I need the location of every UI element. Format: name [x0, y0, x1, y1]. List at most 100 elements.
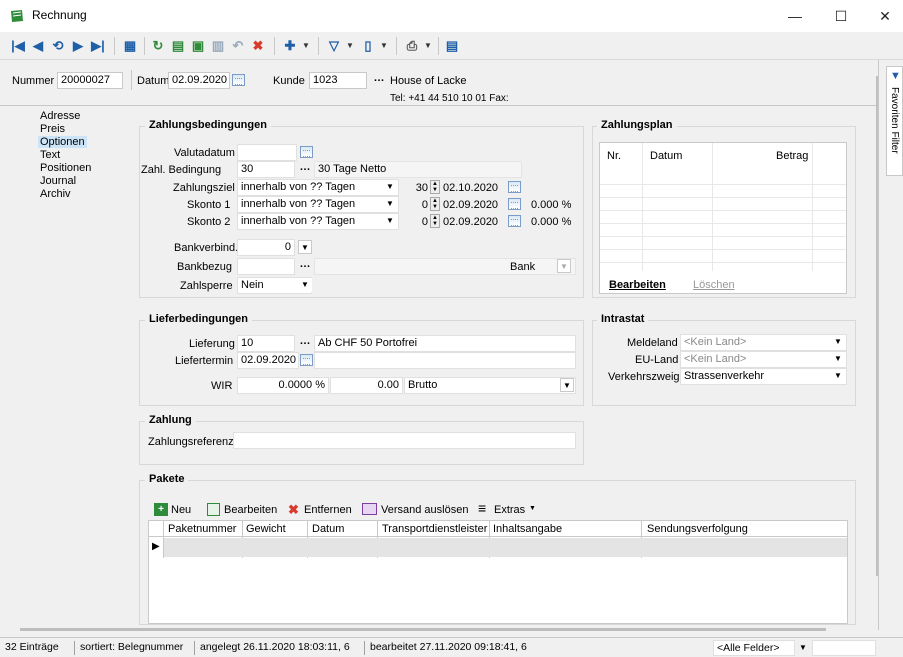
chevron-down-icon[interactable]: ▼ [298, 278, 312, 292]
datum-field[interactable]: 02.09.2020 [168, 72, 230, 89]
bankbezug-lookup-button[interactable]: … [298, 259, 312, 274]
chevron-down-icon[interactable]: ▼ [831, 369, 845, 383]
delete-record-icon[interactable]: ✖ [250, 38, 266, 54]
pakete-entfernen-button[interactable]: Entfernen [304, 504, 352, 516]
filter-dropdown-icon[interactable]: ▼ [346, 41, 354, 50]
nav-item-text[interactable]: Text [40, 149, 60, 161]
calendar-icon[interactable] [300, 146, 313, 158]
undo-icon[interactable]: ↶ [230, 38, 246, 54]
zahlungsplan-loeschen-link[interactable]: Löschen [693, 279, 735, 291]
liefertermin-extra-field[interactable] [314, 352, 576, 369]
horizontal-scrollbar[interactable] [20, 628, 826, 631]
search-record-icon[interactable]: ⟲ [50, 38, 66, 54]
menu-icon[interactable]: ≡ [478, 500, 486, 516]
bankbezug-field[interactable] [237, 258, 295, 275]
new-record-icon[interactable]: ▤ [170, 38, 186, 54]
table-view-icon[interactable]: ▦ [122, 38, 138, 54]
skonto2-percent[interactable]: 0.000 % [531, 216, 571, 228]
print-icon[interactable]: ⎙ [404, 38, 420, 54]
nummer-field[interactable]: 20000027 [57, 72, 123, 89]
zahlungsreferenz-field[interactable] [233, 432, 576, 449]
chevron-down-icon[interactable]: ▼ [529, 505, 536, 512]
nav-item-journal[interactable]: Journal [40, 175, 76, 187]
chevron-down-icon[interactable]: ▼ [560, 378, 574, 392]
chevron-down-icon[interactable]: ▼ [831, 352, 845, 366]
pakete-bearbeiten-button[interactable]: Bearbeiten [224, 504, 277, 516]
minimize-button[interactable]: — [772, 0, 818, 32]
zahlungsziel-mode-select[interactable]: innerhalb von ?? Tagen [237, 179, 399, 196]
nav-item-archiv[interactable]: Archiv [40, 188, 71, 200]
print-dropdown-icon[interactable]: ▼ [424, 41, 432, 50]
skonto2-mode-select[interactable]: innerhalb von ?? Tagen [237, 213, 399, 230]
save-icon[interactable]: ▥ [210, 38, 226, 54]
pakete-versand-button[interactable]: Versand auslösen [381, 504, 468, 516]
euland-select[interactable]: <Kein Land> [680, 351, 847, 368]
table-row[interactable] [164, 538, 847, 557]
favorites-filter-tab[interactable]: ▼ Favoriten Filter [886, 66, 903, 176]
skonto2-spinner[interactable]: ▲ ▼ [430, 214, 440, 228]
last-record-icon[interactable]: ▶| [90, 38, 106, 54]
chevron-down-icon[interactable]: ▼ [383, 214, 397, 228]
zahlungsziel-spinner[interactable]: ▲ ▼ [430, 180, 440, 194]
document-icon[interactable]: ▯ [360, 38, 376, 54]
pakete-col-inhaltsangabe[interactable]: Inhaltsangabe [493, 523, 562, 535]
wir-mode-select[interactable]: Brutto [404, 377, 576, 394]
nav-item-optionen[interactable]: Optionen [38, 136, 87, 148]
skonto1-days[interactable]: 0 [400, 199, 428, 211]
next-record-icon[interactable]: ▶ [70, 38, 86, 54]
skonto1-spinner[interactable]: ▲ ▼ [430, 197, 440, 211]
nav-item-adresse[interactable]: Adresse [40, 110, 80, 122]
pakete-col-sendungsverfolgung[interactable]: Sendungsverfolgung [647, 523, 748, 535]
field-filter-input[interactable] [812, 640, 876, 656]
bankbezug-type[interactable]: Bank [510, 261, 535, 273]
lieferung-lookup-button[interactable]: … [298, 336, 312, 351]
pakete-extras-button[interactable]: Extras [494, 504, 525, 516]
filter-icon[interactable]: ▽ [326, 38, 342, 54]
kunde-lookup-button[interactable]: … [372, 73, 386, 88]
verkehrszweig-select[interactable]: Strassenverkehr [680, 368, 847, 385]
dispatch-icon[interactable] [362, 503, 377, 515]
zahlungsplan-table[interactable] [599, 142, 847, 294]
first-record-icon[interactable]: |◀ [10, 38, 26, 54]
wir-amount-field[interactable]: 0.00 [330, 377, 403, 394]
refresh-icon[interactable]: ↻ [150, 38, 166, 54]
close-button[interactable]: ✕ [862, 0, 903, 32]
chevron-down-icon[interactable]: ▼ [383, 197, 397, 211]
edit-icon[interactable] [207, 503, 220, 516]
calendar-icon[interactable] [508, 181, 521, 193]
chevron-down-icon[interactable]: ▼ [557, 259, 571, 273]
previous-record-icon[interactable]: ◀ [30, 38, 46, 54]
pin-icon[interactable]: ✚ [282, 38, 298, 54]
maximize-button[interactable]: ☐ [818, 0, 864, 32]
add-icon[interactable]: + [154, 503, 168, 516]
copy-record-icon[interactable]: ▣ [190, 38, 206, 54]
calendar-icon[interactable] [232, 74, 245, 86]
pakete-col-gewicht[interactable]: Gewicht [246, 523, 286, 535]
zahlungsziel-date[interactable]: 02.10.2020 [443, 182, 498, 194]
skonto2-days[interactable]: 0 [400, 216, 428, 228]
calendar-icon[interactable] [508, 215, 521, 227]
kunde-field[interactable]: 1023 [309, 72, 367, 89]
chevron-down-icon[interactable]: ▼ [831, 335, 845, 349]
zahlbed-field[interactable]: 30 [237, 161, 295, 178]
zahlbed-lookup-button[interactable]: … [298, 162, 312, 177]
pakete-col-datum[interactable]: Datum [312, 523, 344, 535]
skonto1-date[interactable]: 02.09.2020 [443, 199, 498, 211]
wir-percent-field[interactable]: 0.0000 % [237, 377, 329, 394]
calendar-icon[interactable] [508, 198, 521, 210]
skonto1-mode-select[interactable]: innerhalb von ?? Tagen [237, 196, 399, 213]
delete-icon[interactable]: ✖ [288, 502, 299, 518]
document-dropdown-icon[interactable]: ▼ [380, 41, 388, 50]
pin-dropdown-icon[interactable]: ▼ [302, 41, 310, 50]
bankverbind-field[interactable]: 0 [237, 239, 295, 256]
lieferung-field[interactable]: 10 [237, 335, 295, 352]
chevron-down-icon[interactable]: ▼ [298, 240, 312, 254]
pakete-col-transportdienstleister[interactable]: Transportdienstleister [382, 523, 487, 535]
liefertermin-field[interactable]: 02.09.2020 [237, 352, 299, 369]
calculator-icon[interactable]: ▤ [444, 38, 460, 54]
nav-item-positionen[interactable]: Positionen [40, 162, 91, 174]
nav-item-preis[interactable]: Preis [40, 123, 65, 135]
skonto2-date[interactable]: 02.09.2020 [443, 216, 498, 228]
field-filter-select[interactable]: <Alle Felder> [713, 640, 795, 656]
chevron-down-icon[interactable]: ▼ [383, 180, 397, 194]
